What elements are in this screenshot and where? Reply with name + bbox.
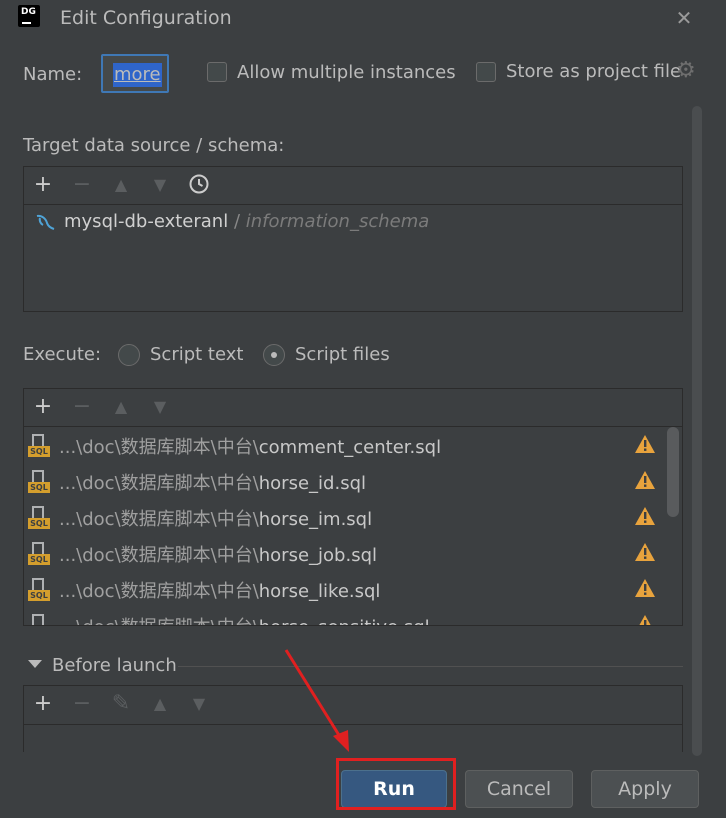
warning-icon[interactable]: [634, 470, 656, 490]
schema-name: information_schema: [245, 211, 430, 232]
move-file-up-icon[interactable]: ▲: [109, 395, 133, 419]
script-file-row[interactable]: SQL ...\doc\数据库脚本\中台\horse_job.sql: [24, 535, 664, 571]
store-project-label[interactable]: Store as project file: [506, 61, 681, 82]
remove-icon[interactable]: −: [70, 173, 94, 197]
script-file-row[interactable]: SQL ...\doc\数据库脚本\中台\horse_sensitive.sql: [24, 607, 664, 625]
file-name: horse_im.sql: [258, 509, 373, 530]
datagrip-logo-icon: DG: [18, 5, 40, 27]
file-dir: ...\doc\数据库脚本\中台\: [59, 581, 259, 602]
warning-icon[interactable]: [634, 506, 656, 526]
before-launch-toolbar: + − ✎ ▲ ▼: [23, 685, 683, 725]
history-icon[interactable]: [187, 173, 211, 197]
name-input[interactable]: more: [101, 54, 169, 93]
sql-file-icon: SQL: [28, 506, 50, 530]
store-project-checkbox[interactable]: [476, 62, 496, 82]
warning-icon[interactable]: [634, 434, 656, 454]
before-launch-label[interactable]: Before launch: [52, 655, 177, 676]
move-task-up-icon[interactable]: ▲: [148, 692, 172, 716]
allow-multiple-label[interactable]: Allow multiple instances: [237, 62, 456, 83]
name-input-value: more: [113, 63, 162, 87]
file-name: horse_job.sql: [258, 545, 378, 566]
move-file-down-icon[interactable]: ▼: [148, 395, 172, 419]
gear-icon[interactable]: ⚙: [676, 60, 698, 82]
files-toolbar: + − ▲ ▼: [23, 388, 683, 426]
close-icon[interactable]: ✕: [674, 6, 694, 30]
move-task-down-icon[interactable]: ▼: [187, 692, 211, 716]
add-icon[interactable]: +: [31, 173, 55, 197]
move-up-icon[interactable]: ▲: [109, 173, 133, 197]
script-file-path: ...\doc\数据库脚本\中台\horse_id.sql: [59, 469, 366, 495]
section-divider: [178, 666, 683, 667]
file-name: comment_center.sql: [258, 437, 442, 458]
window-title: Edit Configuration: [60, 7, 232, 29]
script-files-radio[interactable]: [263, 344, 285, 366]
script-files-label[interactable]: Script files: [295, 344, 390, 365]
file-dir: ...\doc\数据库脚本\中台\: [59, 509, 259, 530]
logo-text: DG: [21, 7, 36, 17]
mysql-dolphin-icon: [34, 213, 58, 233]
script-file-row[interactable]: SQL ...\doc\数据库脚本\中台\comment_center.sql: [24, 427, 664, 463]
file-name: horse_like.sql: [258, 581, 381, 602]
file-dir: ...\doc\数据库脚本\中台\: [59, 473, 259, 494]
file-dir: ...\doc\数据库脚本\中台\: [59, 437, 259, 458]
file-dir: ...\doc\数据库脚本\中台\: [59, 617, 259, 625]
file-name: horse_sensitive.sql: [259, 617, 430, 625]
annotation-highlight-box: [336, 758, 456, 810]
file-dir: ...\doc\数据库脚本\中台\: [59, 545, 259, 566]
files-scrollbar[interactable]: [667, 427, 679, 517]
execute-label: Execute:: [23, 344, 102, 365]
script-file-row[interactable]: SQL ...\doc\数据库脚本\中台\horse_im.sql: [24, 499, 664, 535]
cancel-button[interactable]: Cancel: [465, 770, 573, 808]
before-launch-list[interactable]: [23, 724, 683, 752]
warning-icon[interactable]: [634, 578, 656, 598]
datasource-name: mysql-db-exteranl: [64, 211, 229, 232]
script-file-row[interactable]: SQL ...\doc\数据库脚本\中台\horse_id.sql: [24, 463, 664, 499]
target-toolbar: + − ▲ ▼: [23, 166, 683, 204]
add-file-icon[interactable]: +: [31, 395, 55, 419]
sql-file-icon: SQL: [28, 542, 50, 566]
add-task-icon[interactable]: +: [31, 692, 55, 716]
allow-multiple-checkbox[interactable]: [207, 62, 227, 82]
sql-file-icon: SQL: [28, 614, 50, 625]
script-file-path: ...\doc\数据库脚本\中台\horse_im.sql: [59, 505, 372, 531]
warning-icon[interactable]: [634, 614, 656, 625]
collapse-triangle-icon[interactable]: [28, 660, 42, 668]
script-file-path: ...\doc\数据库脚本\中台\horse_job.sql: [59, 541, 377, 567]
script-text-radio[interactable]: [118, 344, 140, 366]
datasource-list[interactable]: mysql-db-exteranl / information_schema: [23, 204, 683, 312]
script-files-list[interactable]: SQL ...\doc\数据库脚本\中台\comment_center.sql SQ…: [23, 426, 683, 626]
name-label: Name:: [23, 64, 83, 85]
datasource-separator: /: [233, 211, 241, 232]
remove-file-icon[interactable]: −: [70, 395, 94, 419]
apply-button[interactable]: Apply: [591, 770, 699, 808]
remove-task-icon[interactable]: −: [70, 692, 94, 716]
dialog-scrollbar[interactable]: [692, 106, 702, 756]
script-file-path: ...\doc\数据库脚本\中台\horse_like.sql: [59, 577, 380, 603]
script-file-path: ...\doc\数据库脚本\中台\comment_center.sql: [59, 433, 441, 459]
script-file-row[interactable]: SQL ...\doc\数据库脚本\中台\horse_like.sql: [24, 571, 664, 607]
target-label: Target data source / schema:: [23, 135, 285, 156]
move-down-icon[interactable]: ▼: [148, 173, 172, 197]
sql-file-icon: SQL: [28, 434, 50, 458]
script-file-path: ...\doc\数据库脚本\中台\horse_sensitive.sql: [59, 613, 430, 625]
sql-file-icon: SQL: [28, 470, 50, 494]
script-text-label[interactable]: Script text: [150, 344, 243, 365]
title-bar: DG Edit Configuration ✕: [0, 0, 726, 36]
edit-task-icon[interactable]: ✎: [109, 692, 133, 716]
warning-icon[interactable]: [634, 542, 656, 562]
sql-file-icon: SQL: [28, 578, 50, 602]
file-name: horse_id.sql: [258, 473, 366, 494]
